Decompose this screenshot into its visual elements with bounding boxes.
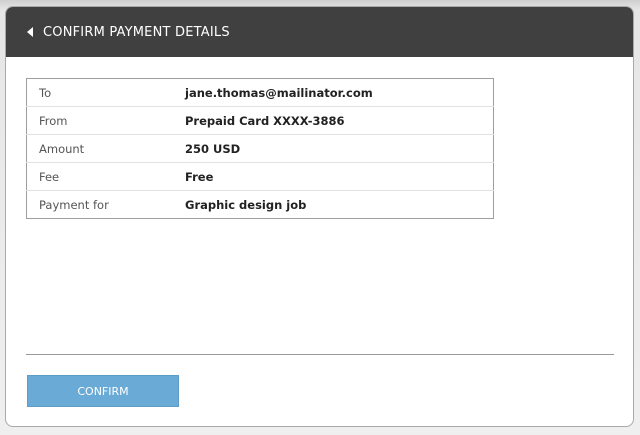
detail-label-payment-for: Payment for <box>39 197 109 212</box>
table-row: From Prepaid Card XXXX-3886 <box>26 106 494 135</box>
table-row: Payment for Graphic design job <box>27 191 494 219</box>
table-row: Amount 250 USD <box>26 134 494 163</box>
detail-label-amount: Amount <box>26 134 173 163</box>
chevron-left-icon[interactable] <box>27 27 33 37</box>
table-row: Fee Free <box>26 162 494 191</box>
detail-value-fee: Free <box>173 162 494 191</box>
detail-value-amount: 250 USD <box>173 134 494 163</box>
card-header: CONFIRM PAYMENT DETAILS <box>6 7 633 57</box>
confirm-button[interactable]: CONFIRM <box>27 375 179 407</box>
table-row: To jane.thomas@mailinator.com <box>26 78 494 107</box>
payment-details-table: To jane.thomas@mailinator.com From Prepa… <box>26 78 494 219</box>
detail-value-to: jane.thomas@mailinator.com <box>173 78 494 107</box>
detail-label-from: From <box>26 106 173 135</box>
detail-label-fee: Fee <box>26 162 173 191</box>
detail-value-payment-for: Graphic design job <box>185 197 307 212</box>
page-background: CONFIRM PAYMENT DETAILS To jane.thomas@m… <box>0 0 640 435</box>
divider <box>26 354 614 355</box>
payment-confirmation-card: CONFIRM PAYMENT DETAILS To jane.thomas@m… <box>5 6 634 427</box>
detail-value-from: Prepaid Card XXXX-3886 <box>173 106 494 135</box>
page-title: CONFIRM PAYMENT DETAILS <box>43 24 230 40</box>
detail-label-to: To <box>26 78 173 107</box>
